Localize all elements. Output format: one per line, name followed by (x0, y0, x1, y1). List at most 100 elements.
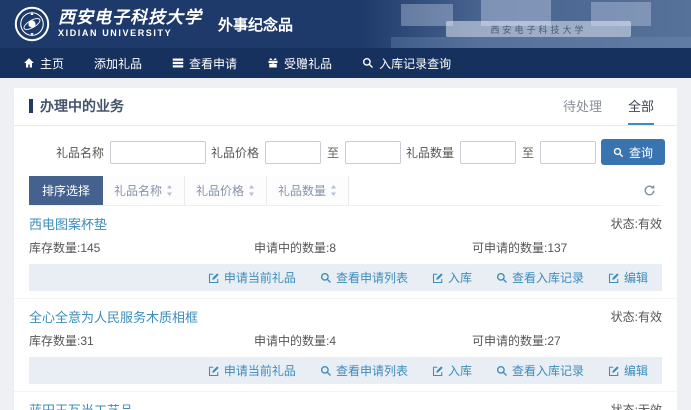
nav-item-view-applications[interactable]: 查看申请 (157, 48, 252, 78)
item-head: 蓝田玉瓦当工艺品 状态:无效 (29, 392, 662, 410)
status-tabs: 待处理 全部 (563, 96, 662, 125)
gift-quantity-max-input[interactable] (540, 141, 596, 164)
sort-option-label: 礼品价格 (196, 182, 244, 199)
gift-name-label: 礼品名称 (56, 144, 104, 161)
edit-icon (208, 365, 220, 377)
edit-icon (432, 272, 444, 284)
search-icon (613, 147, 624, 158)
view-application-list-button[interactable]: 查看申请列表 (320, 269, 408, 286)
stock-in-button[interactable]: 入库 (432, 362, 472, 379)
home-icon (23, 57, 35, 69)
item-stats: 库存数量:145 申请中的数量:8 可申请的数量:137 (29, 236, 662, 264)
sort-select-button[interactable]: 排序选择 (29, 176, 103, 205)
gift-price-min-input[interactable] (265, 141, 321, 164)
stock-in-button[interactable]: 入库 (432, 269, 472, 286)
search-button-label: 查询 (629, 144, 653, 161)
university-brand: 西安电子科技大学 XIDIAN UNIVERSITY (58, 9, 202, 40)
applying-count: 申请中的数量:4 (254, 332, 472, 349)
range-to-label: 至 (327, 144, 339, 161)
sort-bar: 排序选择 礼品名称 礼品价格 礼品数量 (29, 176, 662, 206)
nav-label: 主页 (40, 55, 64, 72)
gift-name-link[interactable]: 西电图案杯垫 (29, 214, 107, 233)
nav-item-storage-records[interactable]: 入库记录查询 (347, 48, 466, 78)
refresh-icon (643, 184, 656, 197)
action-label: 编辑 (624, 269, 648, 286)
tab-all[interactable]: 全部 (628, 96, 654, 125)
nav-item-received-gifts[interactable]: 受赠礼品 (252, 48, 347, 78)
sort-by-quantity[interactable]: 礼品数量 (267, 176, 349, 205)
action-label: 编辑 (624, 362, 648, 379)
campus-ground (391, 37, 691, 48)
sort-arrows-icon (166, 185, 173, 196)
status-badge: 状态:有效 (611, 308, 662, 325)
gift-price-max-input[interactable] (345, 141, 401, 164)
view-storage-records-button[interactable]: 查看入库记录 (496, 269, 584, 286)
sort-by-price[interactable]: 礼品价格 (185, 176, 267, 205)
content-card: 办理中的业务 待处理 全部 礼品名称 礼品价格 至 礼品数量 至 查询 排 (14, 88, 677, 410)
list-icon (172, 57, 184, 69)
search-icon (320, 365, 332, 377)
stock-count: 库存数量:31 (29, 332, 254, 349)
sort-by-name[interactable]: 礼品名称 (103, 176, 185, 205)
nav-label: 查看申请 (189, 55, 237, 72)
apply-current-gift-button[interactable]: 申请当前礼品 (208, 269, 296, 286)
item-stats: 库存数量:31 申请中的数量:4 可申请的数量:27 (29, 329, 662, 357)
app-header: 西安电子科技大学 西安电子科技大学 XIDIAN UNIVERSITY 外事纪念… (0, 0, 691, 48)
available-count: 可申请的数量:27 (472, 332, 662, 349)
action-label: 查看入库记录 (512, 362, 584, 379)
sort-arrows-icon (330, 185, 337, 196)
gift-list-item: 西电图案杯垫 状态:有效 库存数量:145 申请中的数量:8 可申请的数量:13… (14, 206, 677, 291)
edit-icon (608, 272, 620, 284)
tab-pending[interactable]: 待处理 (563, 96, 602, 125)
nav-item-home[interactable]: 主页 (8, 48, 79, 78)
item-action-bar: 申请当前礼品 查看申请列表 入库 查看入库记录 编辑 (29, 264, 662, 291)
main-nav: 主页 添加礼品 查看申请 受赠礼品 入库记录查询 (0, 48, 691, 78)
gift-price-label: 礼品价格 (211, 144, 259, 161)
gift-list-item: 蓝田玉瓦当工艺品 状态:无效 库存数量:1 申请中的数量:0 可申请的数量:0 … (14, 391, 677, 410)
item-head: 西电图案杯垫 状态:有效 (29, 206, 662, 236)
nav-label: 添加礼品 (94, 55, 142, 72)
section-title: 办理中的业务 (29, 96, 124, 125)
action-label: 申请当前礼品 (224, 362, 296, 379)
gift-name-link[interactable]: 蓝田玉瓦当工艺品 (29, 400, 133, 410)
available-count: 可申请的数量:137 (472, 239, 662, 256)
edit-button[interactable]: 编辑 (608, 269, 648, 286)
applying-count: 申请中的数量:8 (254, 239, 472, 256)
campus-banner-image: 西安电子科技大学 (361, 0, 691, 48)
edit-icon (208, 272, 220, 284)
nav-label: 受赠礼品 (284, 55, 332, 72)
refresh-button[interactable] (637, 180, 662, 201)
nav-label: 入库记录查询 (379, 55, 451, 72)
filter-gift-name: 礼品名称 (56, 141, 206, 164)
search-button[interactable]: 查询 (601, 139, 665, 165)
action-label: 入库 (448, 362, 472, 379)
nav-item-add-gift[interactable]: 添加礼品 (79, 48, 157, 78)
action-label: 查看申请列表 (336, 269, 408, 286)
item-action-bar: 申请当前礼品 查看申请列表 入库 查看入库记录 编辑 (29, 357, 662, 384)
title-accent-bar (29, 99, 33, 113)
gift-quantity-min-input[interactable] (460, 141, 516, 164)
filter-gift-quantity: 礼品数量 至 (406, 141, 596, 164)
sort-arrows-icon (248, 185, 255, 196)
action-label: 查看入库记录 (512, 269, 584, 286)
gift-name-input[interactable] (110, 141, 206, 164)
edit-icon (608, 365, 620, 377)
search-icon (362, 57, 374, 69)
campus-gate-sign: 西安电子科技大学 (446, 21, 631, 37)
action-label: 入库 (448, 269, 472, 286)
filter-gift-price: 礼品价格 至 (211, 141, 401, 164)
stock-count: 库存数量:145 (29, 239, 254, 256)
gift-name-link[interactable]: 全心全意为人民服务木质相框 (29, 307, 198, 326)
range-to-label: 至 (522, 144, 534, 161)
university-name-en: XIDIAN UNIVERSITY (58, 29, 202, 39)
edit-icon (432, 365, 444, 377)
view-storage-records-button[interactable]: 查看入库记录 (496, 362, 584, 379)
university-logo-icon (14, 6, 50, 42)
action-label: 申请当前礼品 (224, 269, 296, 286)
gift-list-item: 全心全意为人民服务木质相框 状态:有效 库存数量:31 申请中的数量:4 可申请… (14, 298, 677, 384)
card-header: 办理中的业务 待处理 全部 (14, 88, 677, 126)
view-application-list-button[interactable]: 查看申请列表 (320, 362, 408, 379)
university-name-cn: 西安电子科技大学 (58, 9, 202, 28)
edit-button[interactable]: 编辑 (608, 362, 648, 379)
apply-current-gift-button[interactable]: 申请当前礼品 (208, 362, 296, 379)
